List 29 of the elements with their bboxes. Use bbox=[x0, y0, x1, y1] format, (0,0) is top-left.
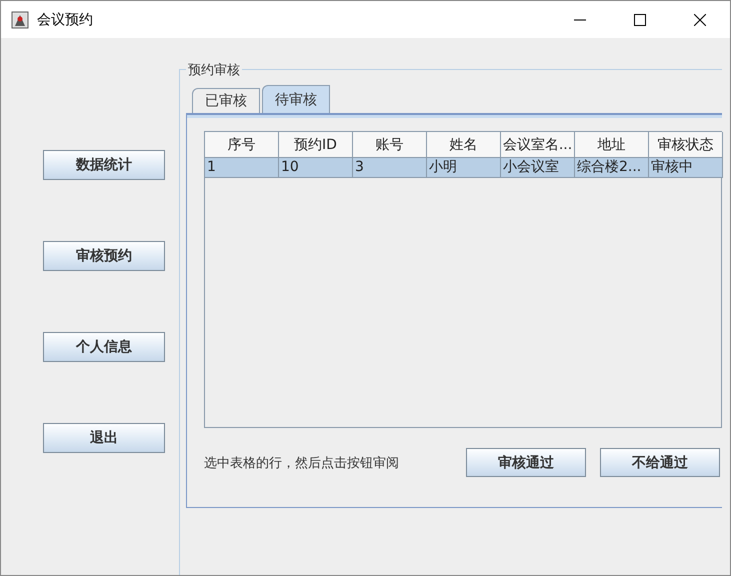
table-cell: 综合楼2... bbox=[575, 158, 649, 178]
action-button[interactable]: 审核通过 bbox=[466, 448, 586, 477]
column-header[interactable]: 地址 bbox=[575, 132, 649, 158]
table-cell: 审核中 bbox=[649, 158, 723, 178]
column-header[interactable]: 预约ID bbox=[279, 132, 353, 158]
window-title: 会议预约 bbox=[37, 10, 94, 28]
sidebar-button[interactable]: 个人信息 bbox=[43, 332, 165, 362]
column-header[interactable]: 序号 bbox=[205, 132, 279, 158]
table-cell: 10 bbox=[279, 158, 353, 178]
column-header[interactable]: 会议室名... bbox=[501, 132, 575, 158]
column-header[interactable]: 审核状态 bbox=[649, 132, 723, 158]
sidebar-button[interactable]: 数据统计 bbox=[43, 150, 165, 180]
tab[interactable]: 待审核 bbox=[262, 85, 330, 113]
hint-text: 选中表格的行，然后点击按钮审阅 bbox=[204, 454, 400, 472]
table-row[interactable]: 1 10 3 小明 小会议室 综合楼2... 审核中 bbox=[205, 158, 721, 178]
close-icon[interactable] bbox=[694, 14, 706, 26]
table-cell: 1 bbox=[205, 158, 279, 178]
group-title: 预约审核 bbox=[186, 61, 242, 79]
tab[interactable]: 已审核 bbox=[192, 88, 260, 113]
table-cell: 小会议室 bbox=[501, 158, 575, 178]
column-header[interactable]: 账号 bbox=[353, 132, 427, 158]
table-cell: 3 bbox=[353, 158, 427, 178]
sidebar-button[interactable]: 审核预约 bbox=[43, 241, 165, 271]
column-header[interactable]: 姓名 bbox=[427, 132, 501, 158]
table-cell: 小明 bbox=[427, 158, 501, 178]
app-icon bbox=[11, 10, 29, 28]
sidebar-button[interactable]: 退出 bbox=[43, 423, 165, 453]
maximize-icon[interactable] bbox=[634, 14, 646, 26]
action-button[interactable]: 不给通过 bbox=[600, 448, 720, 477]
